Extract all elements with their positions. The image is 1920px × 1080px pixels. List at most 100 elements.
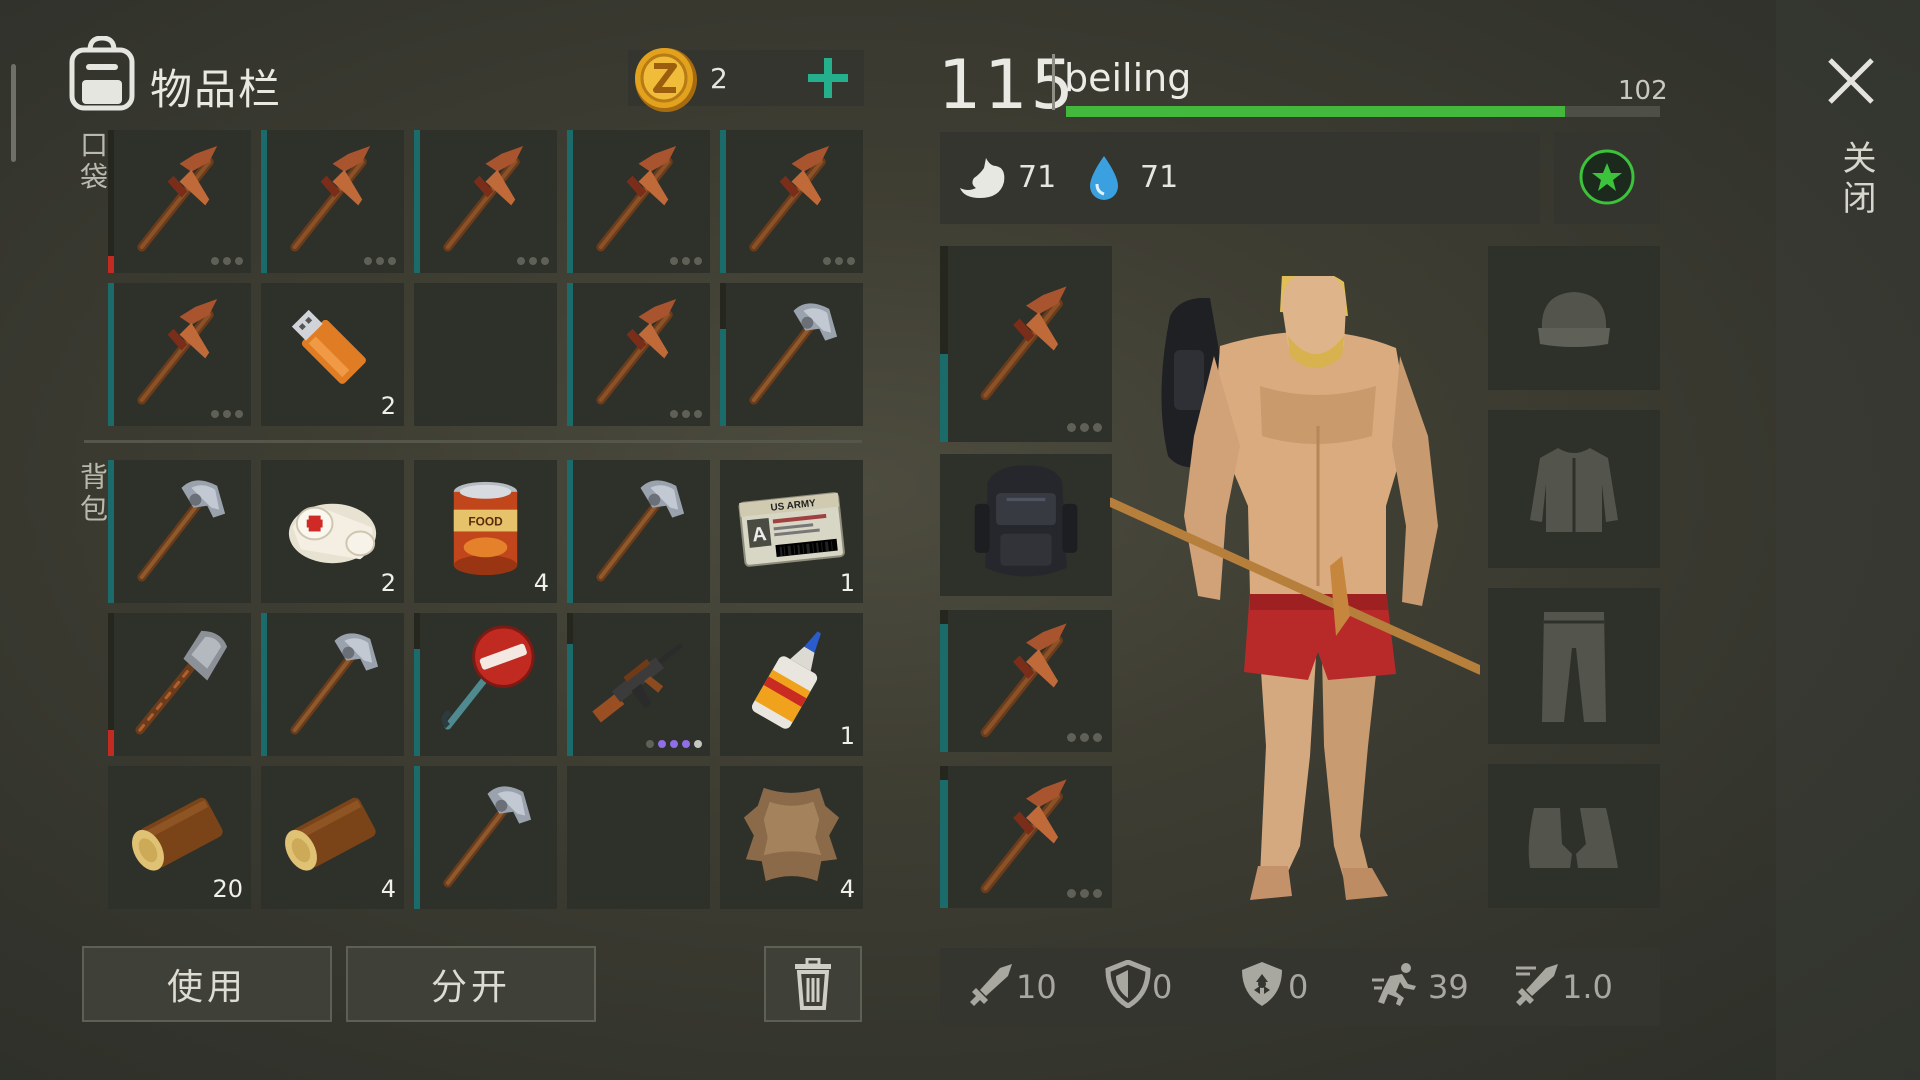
boots-slot-icon xyxy=(1528,808,1618,868)
svg-text:FOOD: FOOD xyxy=(468,515,503,529)
item-count: 4 xyxy=(839,875,855,903)
upgrade-dots xyxy=(1067,733,1102,742)
slot-assault-rifle[interactable] xyxy=(567,613,710,756)
item-count: 4 xyxy=(380,875,396,903)
item-count: 4 xyxy=(533,569,549,597)
stone-hatchet-icon xyxy=(596,480,685,582)
upgrade-dots xyxy=(517,257,549,265)
backpack-icon xyxy=(974,465,1078,577)
slot-super-glue[interactable]: 1 xyxy=(720,613,863,756)
assault-rifle-icon xyxy=(592,643,683,723)
trash-icon xyxy=(795,958,831,1010)
pants-slot[interactable] xyxy=(1488,588,1660,744)
slot-stone-hatchet[interactable] xyxy=(567,460,710,603)
jacket-slot-icon xyxy=(1530,448,1618,532)
backpack-icon xyxy=(69,36,135,111)
thirst-value: 71 xyxy=(1140,160,1179,195)
slot-stop-sign[interactable] xyxy=(414,613,557,756)
slot-pickaxe[interactable] xyxy=(567,130,710,273)
durability-bar xyxy=(261,613,267,756)
slot-pickaxe[interactable] xyxy=(108,130,251,273)
slot-stone-hatchet[interactable] xyxy=(108,460,251,603)
durability-bar xyxy=(567,644,573,756)
svg-text:A: A xyxy=(751,523,768,546)
inventory-title: 物品栏 xyxy=(150,65,283,114)
durability-bar xyxy=(414,130,420,273)
slot-army-id-card[interactable]: US ARMY A 1 xyxy=(720,460,863,603)
slot-backpack[interactable] xyxy=(940,454,1112,596)
pickaxe-icon xyxy=(596,298,677,405)
empty-slot[interactable] xyxy=(567,766,710,909)
slot-pickaxe[interactable] xyxy=(940,610,1112,752)
xp-bar-fill xyxy=(1066,106,1565,117)
upgrade-dots xyxy=(823,257,855,265)
slot-pickaxe[interactable] xyxy=(720,130,863,273)
attack-value: 10 xyxy=(1016,968,1057,1006)
bandage-icon xyxy=(288,503,377,564)
slot-pickaxe[interactable] xyxy=(414,130,557,273)
slot-bandage[interactable]: 2 xyxy=(261,460,404,603)
radiation-shield-icon xyxy=(1242,962,1282,1006)
slot-pickaxe[interactable] xyxy=(940,766,1112,908)
canned-food-icon: FOOD xyxy=(453,481,518,576)
use-button[interactable]: 使用 xyxy=(82,946,332,1022)
slot-pickaxe[interactable] xyxy=(940,246,1112,442)
slot-shovel[interactable] xyxy=(108,613,251,756)
scroll-handle[interactable] xyxy=(11,64,16,162)
hat-slot[interactable] xyxy=(1488,246,1660,390)
defense-value: 0 xyxy=(1152,968,1173,1006)
pants-slot-icon xyxy=(1542,612,1606,722)
durability-bar xyxy=(567,283,573,426)
slot-stone-hatchet[interactable] xyxy=(261,613,404,756)
durability-bar xyxy=(108,255,114,273)
slot-flashdrive[interactable]: 2 xyxy=(261,283,404,426)
pickaxe-icon xyxy=(137,298,218,405)
jacket-slot[interactable] xyxy=(1488,410,1660,568)
trash-button[interactable] xyxy=(764,946,862,1022)
close-icon[interactable] xyxy=(1826,56,1876,106)
upgrade-dots xyxy=(646,740,702,748)
item-count: 2 xyxy=(380,392,396,420)
slot-log[interactable]: 20 xyxy=(108,766,251,909)
divider xyxy=(84,440,862,443)
army-id-card-icon: US ARMY A xyxy=(738,492,845,567)
empty-slot[interactable] xyxy=(414,283,557,426)
pickaxe-icon xyxy=(980,286,1067,401)
stone-hatchet-icon xyxy=(137,480,226,582)
slot-pickaxe[interactable] xyxy=(261,130,404,273)
durability-bar xyxy=(108,283,114,426)
attack-speed-value: 1.0 xyxy=(1562,968,1613,1006)
slot-log[interactable]: 4 xyxy=(261,766,404,909)
split-button[interactable]: 分开 xyxy=(346,946,596,1022)
animal-hide-icon xyxy=(743,787,840,882)
slot-stone-hatchet[interactable] xyxy=(414,766,557,909)
radiation-defense-value: 0 xyxy=(1288,968,1309,1006)
running-icon xyxy=(1372,963,1416,1006)
super-glue-icon xyxy=(751,631,821,729)
durability-bar xyxy=(414,766,420,909)
durability-bar xyxy=(108,460,114,603)
item-count: 1 xyxy=(839,722,855,750)
close-label[interactable]: 关闭 xyxy=(1832,140,1881,220)
slot-pickaxe[interactable] xyxy=(567,283,710,426)
upgrade-dots xyxy=(1067,889,1102,898)
boots-slot[interactable] xyxy=(1488,764,1660,908)
player-level: 115 xyxy=(938,46,1077,125)
slot-animal-hide[interactable]: 4 xyxy=(720,766,863,909)
slot-stone-hatchet[interactable] xyxy=(720,283,863,426)
slot-pickaxe[interactable] xyxy=(108,283,251,426)
durability-bar xyxy=(261,130,267,273)
item-count: 2 xyxy=(380,569,396,597)
slot-canned-food[interactable]: FOOD 4 xyxy=(414,460,557,603)
shovel-icon xyxy=(135,630,228,735)
durability-bar xyxy=(940,780,948,908)
durability-track xyxy=(108,130,114,273)
star-badge-icon[interactable] xyxy=(1578,148,1636,206)
player-character xyxy=(1110,276,1480,900)
pickaxe-icon xyxy=(443,145,524,252)
durability-bar xyxy=(940,353,948,442)
coin-icon xyxy=(635,48,697,112)
add-coins-button[interactable] xyxy=(800,50,856,106)
upgrade-dots xyxy=(1067,423,1102,432)
pickaxe-icon xyxy=(980,779,1067,894)
